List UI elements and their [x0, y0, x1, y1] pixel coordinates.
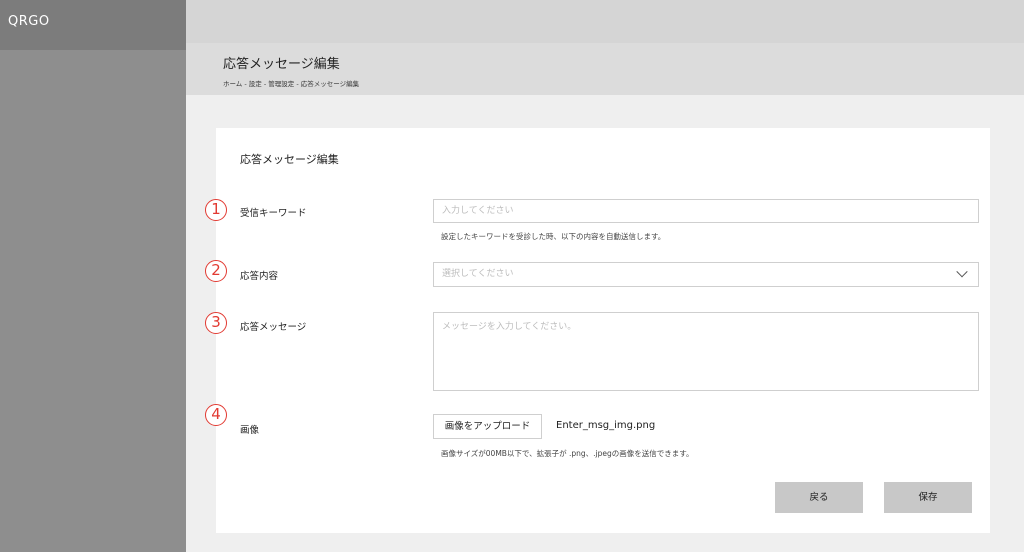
keyword-input[interactable]: 入力してください — [433, 199, 979, 223]
response-message-label: 応答メッセージ — [240, 322, 307, 333]
card-title: 応答メッセージ編集 — [240, 153, 339, 166]
page-title: 応答メッセージ編集 — [223, 57, 340, 72]
save-button[interactable]: 保存 — [884, 482, 972, 513]
uploaded-filename: Enter_msg_img.png — [556, 420, 656, 431]
breadcrumb[interactable]: ホーム - 設定 - 管理設定 - 応答メッセージ編集 — [223, 78, 359, 88]
chevron-down-icon — [956, 266, 968, 278]
response-type-placeholder: 選択してください — [442, 269, 514, 279]
edit-form-card: 応答メッセージ編集 1 受信キーワード 入力してください 設定したキーワードを受… — [205, 128, 990, 533]
marker-2-icon: 2 — [205, 260, 227, 282]
marker-1-icon: 1 — [205, 199, 227, 221]
back-button[interactable]: 戻る — [775, 482, 863, 513]
keyword-help-text: 設定したキーワードを受診した時、以下の内容を自動送信します。 — [441, 232, 666, 241]
marker-4-icon: 4 — [205, 404, 227, 426]
marker-3-icon: 3 — [205, 312, 227, 334]
image-help-text: 画像サイズが00MB以下で、拡張子が .png、.jpegの画像を送信できます。 — [441, 449, 694, 458]
sidebar: QRGO — [0, 0, 186, 552]
response-type-label: 応答内容 — [240, 271, 279, 282]
keyword-label: 受信キーワード — [240, 208, 307, 219]
response-message-textarea[interactable]: メッセージを入力してください。 — [433, 312, 979, 391]
brand-logo[interactable]: QRGO — [0, 0, 186, 50]
image-label: 画像 — [240, 425, 260, 436]
response-type-select[interactable]: 選択してください — [433, 262, 979, 287]
top-bar — [186, 0, 1024, 43]
page-header: 応答メッセージ編集 ホーム - 設定 - 管理設定 - 応答メッセージ編集 — [186, 43, 1024, 95]
upload-image-button[interactable]: 画像をアップロード — [433, 414, 542, 439]
